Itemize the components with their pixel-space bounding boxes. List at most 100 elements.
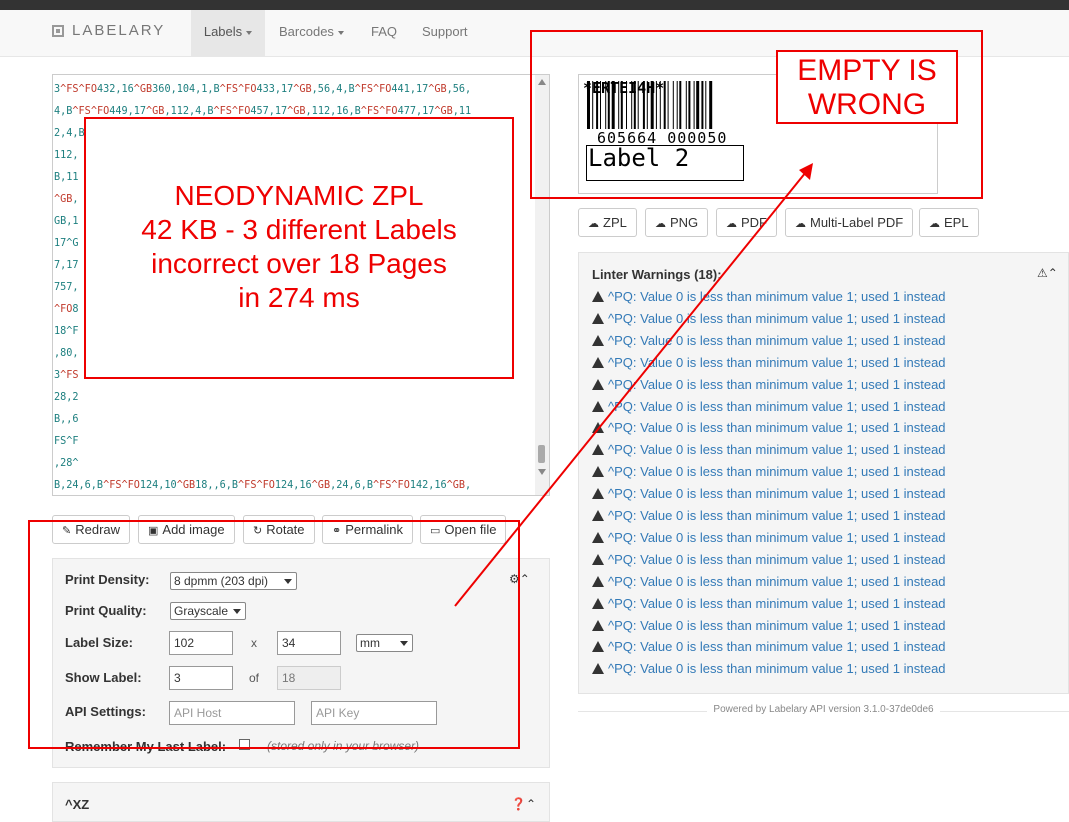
- collapse-icon[interactable]: ⌃: [526, 797, 536, 811]
- warning-icon: [592, 334, 604, 346]
- powered-by: Powered by Labelary API version 3.1.0-37…: [578, 704, 1069, 715]
- annotation-line: EMPTY IS: [797, 54, 937, 87]
- nav-support[interactable]: Support: [422, 10, 468, 56]
- warning-icon: [592, 510, 604, 521]
- linter-warning[interactable]: ^PQ: Value 0 is less than minimum value …: [592, 618, 946, 633]
- linter-warning[interactable]: ^PQ: Value 0 is less than minimum value …: [592, 420, 946, 435]
- linter-warning[interactable]: ^PQ: Value 0 is less than minimum value …: [592, 596, 946, 611]
- linter-warning-text: ^PQ: Value 0 is less than minimum value …: [608, 310, 946, 326]
- warning-icon: [592, 356, 604, 368]
- collapse-icon[interactable]: ⌃: [520, 572, 530, 586]
- linter-warning[interactable]: ^PQ: Value 0 is less than minimum value …: [592, 530, 946, 545]
- brand-name: LABELARY: [72, 22, 166, 39]
- cloud-download-icon: ☁: [795, 218, 806, 230]
- warning-icon: [592, 466, 604, 478]
- linter-warning[interactable]: ^PQ: Value 0 is less than minimum value …: [592, 661, 946, 676]
- code-line: 3^FS^FO432,16^GB360,104,1,B^FS^FO433,17^…: [54, 84, 472, 95]
- linter-warning[interactable]: ^PQ: Value 0 is less than minimum value …: [592, 311, 946, 326]
- labelary-logo-icon: [52, 24, 64, 37]
- multi-pdf-label: Multi-Label PDF: [810, 215, 904, 230]
- warning-icon: [592, 619, 604, 631]
- linter-warning[interactable]: ^PQ: Value 0 is less than minimum value …: [592, 486, 946, 501]
- warning-icon: [592, 531, 604, 543]
- warning-icon: [592, 291, 604, 302]
- warning-icon: [592, 663, 604, 675]
- linter-warning-text: ^PQ: Value 0 is less than minimum value …: [608, 595, 946, 611]
- nav-barcodes-text: Barcodes: [279, 24, 334, 39]
- linter-warning[interactable]: ^PQ: Value 0 is less than minimum value …: [592, 508, 946, 523]
- pdf-label: PDF: [741, 215, 767, 230]
- linter-warning-text: ^PQ: Value 0 is less than minimum value …: [608, 354, 946, 370]
- download-epl-button[interactable]: ☁ EPL: [919, 208, 979, 237]
- linter-warning-text: ^PQ: Value 0 is less than minimum value …: [608, 442, 946, 458]
- nav-labels[interactable]: Labels: [191, 10, 265, 56]
- download-pdf-button[interactable]: ☁ PDF: [716, 208, 777, 237]
- scroll-down-icon[interactable]: [538, 469, 546, 475]
- cloud-download-icon: ☁: [588, 218, 599, 230]
- warning-icon: [592, 444, 604, 456]
- linter-warning-text: ^PQ: Value 0 is less than minimum value …: [608, 661, 946, 677]
- annotation-line: WRONG: [807, 88, 927, 121]
- powered-by-text: Powered by Labelary API version 3.1.0-37…: [707, 704, 940, 715]
- epl-label: EPL: [944, 215, 969, 230]
- xz-title: ^XZ: [65, 797, 90, 812]
- annotation-neodynamic: NEODYNAMIC ZPL 42 KB - 3 different Label…: [84, 117, 514, 379]
- collapse-icon[interactable]: ⌃: [1048, 266, 1058, 280]
- xz-tools[interactable]: ❓⌃: [511, 797, 536, 811]
- linter-warning[interactable]: ^PQ: Value 0 is less than minimum value …: [592, 552, 946, 567]
- cloud-download-icon: ☁: [929, 218, 940, 230]
- help-icon[interactable]: ❓: [511, 797, 526, 811]
- linter-title: Linter Warnings (18):: [592, 267, 722, 282]
- warning-icon: ⚠: [1037, 266, 1048, 280]
- annotation-line: in 274 ms: [238, 282, 360, 313]
- nav-labels-text: Labels: [203, 24, 243, 39]
- annotation-empty-text: EMPTY IS WRONG: [778, 54, 956, 122]
- nav-faq[interactable]: FAQ: [371, 10, 397, 56]
- cloud-download-icon: ☁: [726, 218, 737, 230]
- cloud-download-icon: ☁: [655, 218, 666, 230]
- linter-warning-text: ^PQ: Value 0 is less than minimum value …: [608, 617, 946, 633]
- linter-warning-text: ^PQ: Value 0 is less than minimum value …: [608, 289, 946, 304]
- download-zpl-button[interactable]: ☁ ZPL: [578, 208, 637, 237]
- annotation-line: NEODYNAMIC ZPL: [174, 180, 424, 211]
- warning-icon: [592, 378, 604, 390]
- linter-warning[interactable]: ^PQ: Value 0 is less than minimum value …: [592, 442, 946, 457]
- warning-icon: [592, 400, 604, 412]
- download-png-button[interactable]: ☁ PNG: [645, 208, 709, 237]
- warning-icon: [592, 597, 604, 609]
- warning-icon: [592, 641, 604, 653]
- nav-barcodes[interactable]: Barcodes: [279, 10, 344, 56]
- linter-warning[interactable]: ^PQ: Value 0 is less than minimum value …: [592, 289, 946, 304]
- linter-warning-text: ^PQ: Value 0 is less than minimum value …: [608, 529, 946, 545]
- linter-warning[interactable]: ^PQ: Value 0 is less than minimum value …: [592, 464, 946, 479]
- linter-tools[interactable]: ⚠⌃: [1037, 266, 1058, 280]
- linter-warning-text: ^PQ: Value 0 is less than minimum value …: [608, 376, 946, 392]
- code-line: ,28^: [54, 458, 79, 469]
- linter-warning[interactable]: ^PQ: Value 0 is less than minimum value …: [592, 639, 946, 654]
- code-line: 28,2: [54, 392, 79, 403]
- linter-warning[interactable]: ^PQ: Value 0 is less than minimum value …: [592, 355, 946, 370]
- linter-warning-text: ^PQ: Value 0 is less than minimum value …: [608, 332, 946, 348]
- linter-warning-text: ^PQ: Value 0 is less than minimum value …: [608, 486, 946, 502]
- linter-warning-text: ^PQ: Value 0 is less than minimum value …: [608, 508, 946, 523]
- chevron-down-icon: [337, 30, 344, 35]
- scroll-thumb[interactable]: [538, 445, 545, 463]
- linter-warning[interactable]: ^PQ: Value 0 is less than minimum value …: [592, 333, 946, 348]
- linter-warning-text: ^PQ: Value 0 is less than minimum value …: [608, 464, 946, 480]
- linter-warning[interactable]: ^PQ: Value 0 is less than minimum value …: [592, 399, 946, 414]
- png-label: PNG: [670, 215, 699, 230]
- warning-icon: [592, 422, 604, 434]
- download-multi-pdf-button[interactable]: ☁ Multi-Label PDF: [785, 208, 914, 237]
- linter-warning[interactable]: ^PQ: Value 0 is less than minimum value …: [592, 574, 946, 589]
- linter-warning-text: ^PQ: Value 0 is less than minimum value …: [608, 551, 946, 567]
- linter-warning-text: ^PQ: Value 0 is less than minimum value …: [608, 573, 946, 589]
- linter-warning-text: ^PQ: Value 0 is less than minimum value …: [608, 398, 946, 414]
- annotation-neodynamic-text: NEODYNAMIC ZPL 42 KB - 3 different Label…: [86, 179, 512, 315]
- brand[interactable]: LABELARY: [52, 22, 165, 39]
- zpl-label: ZPL: [603, 215, 627, 230]
- annotation-settings-box: [28, 520, 520, 749]
- linter-warning-text: ^PQ: Value 0 is less than minimum value …: [608, 639, 946, 655]
- window-top-bar: [0, 0, 1069, 10]
- linter-warning[interactable]: ^PQ: Value 0 is less than minimum value …: [592, 377, 946, 392]
- code-line: B,,6: [54, 414, 79, 425]
